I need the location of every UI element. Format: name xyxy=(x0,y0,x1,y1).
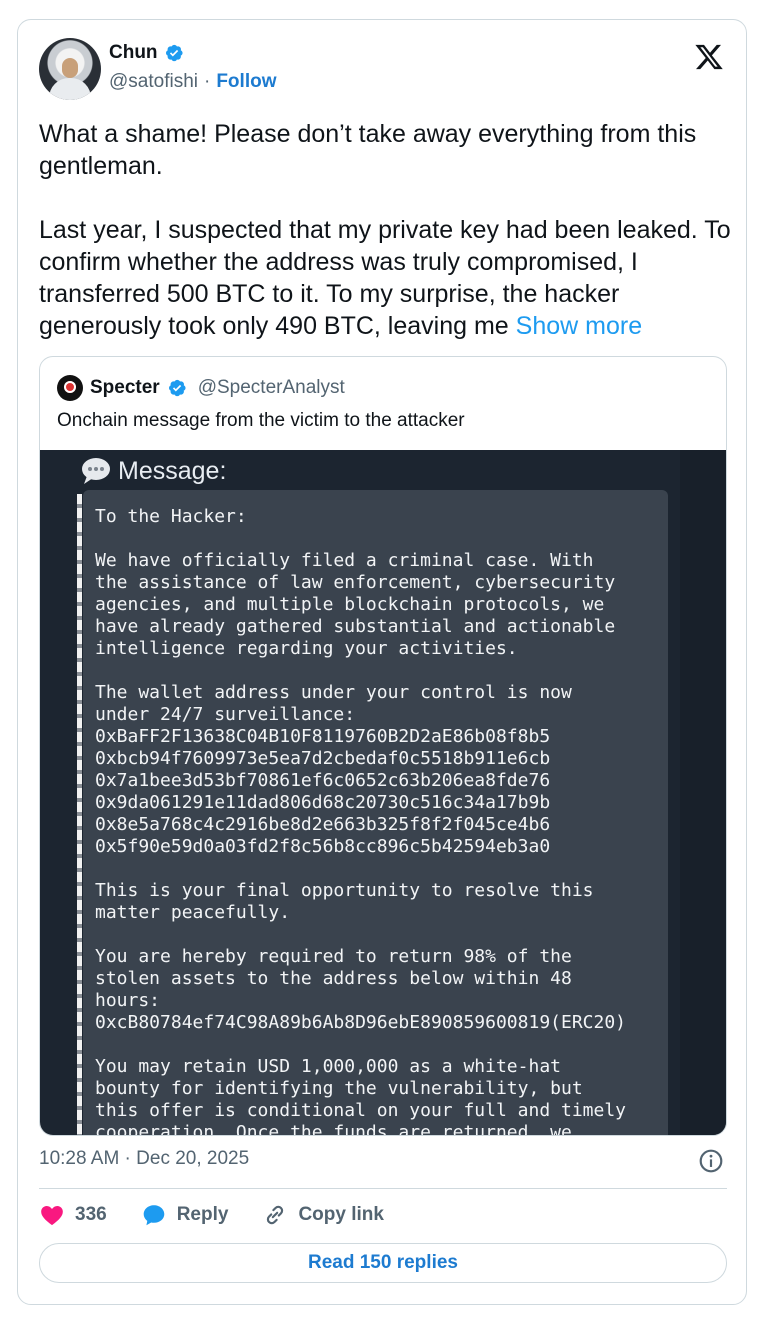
info-icon[interactable] xyxy=(698,1148,724,1174)
tweet-paragraph-1: What a shame! Please don’t take away eve… xyxy=(39,120,697,180)
author-name[interactable]: Chun xyxy=(109,42,158,64)
avatar-suit xyxy=(49,78,91,100)
quote-verified-badge-icon xyxy=(168,379,186,397)
like-count: 336 xyxy=(75,1204,107,1225)
speech-bubble-icon xyxy=(82,458,110,484)
message-body: To the Hacker: We have officially filed … xyxy=(95,506,627,1136)
tweet-card: Chun @satofishi · Follow What a shame! P… xyxy=(17,19,747,1305)
copy-link-button[interactable]: Copy link xyxy=(262,1202,384,1228)
message-title-text: Message: xyxy=(118,456,227,485)
x-logo-icon[interactable] xyxy=(694,42,724,72)
separator-dot: · xyxy=(204,71,211,92)
link-icon xyxy=(267,1205,284,1225)
quote-avatar xyxy=(57,375,83,401)
quote-text: Onchain message from the victim to the a… xyxy=(57,410,465,431)
author-handle[interactable]: @satofishi xyxy=(109,71,198,93)
quoted-tweet[interactable]: Specter @SpecterAnalyst Onchain message … xyxy=(39,356,727,1136)
read-replies-button[interactable]: Read 150 replies xyxy=(39,1243,727,1283)
avatar[interactable] xyxy=(39,38,101,100)
tweet-text: What a shame! Please don’t take away eve… xyxy=(39,118,731,342)
tweet-paragraph-2: Last year, I suspected that my private k… xyxy=(39,214,731,342)
quote-image[interactable]: Message: To the Hacker: We have official… xyxy=(40,450,726,1136)
divider xyxy=(39,1188,727,1189)
like-button[interactable]: 336 xyxy=(39,1202,107,1228)
quote-header: Specter @SpecterAnalyst xyxy=(57,375,345,401)
tweet-timestamp[interactable]: 10:28 AM · Dec 20, 2025 xyxy=(39,1148,249,1170)
action-bar: 336 Reply Copy link xyxy=(39,1202,418,1228)
follow-button[interactable]: Follow xyxy=(216,71,276,93)
heart-icon xyxy=(41,1206,63,1226)
quote-author-name: Specter xyxy=(90,377,160,398)
verified-badge-icon xyxy=(165,44,183,62)
author-handle-row: @satofishi · Follow xyxy=(109,71,276,93)
reply-button[interactable]: Reply xyxy=(141,1202,229,1228)
copy-link-label: Copy link xyxy=(298,1204,384,1225)
show-more-link[interactable]: Show more xyxy=(516,312,642,340)
message-title: Message: xyxy=(80,456,226,486)
chat-background-pattern xyxy=(680,450,726,1135)
reply-label: Reply xyxy=(176,1204,229,1225)
author-name-row: Chun xyxy=(109,42,184,64)
avatar-face xyxy=(62,58,78,78)
reply-bubble-icon xyxy=(143,1205,164,1226)
quote-author-handle: @SpecterAnalyst xyxy=(197,377,345,398)
message-quote-bar xyxy=(77,494,82,1135)
